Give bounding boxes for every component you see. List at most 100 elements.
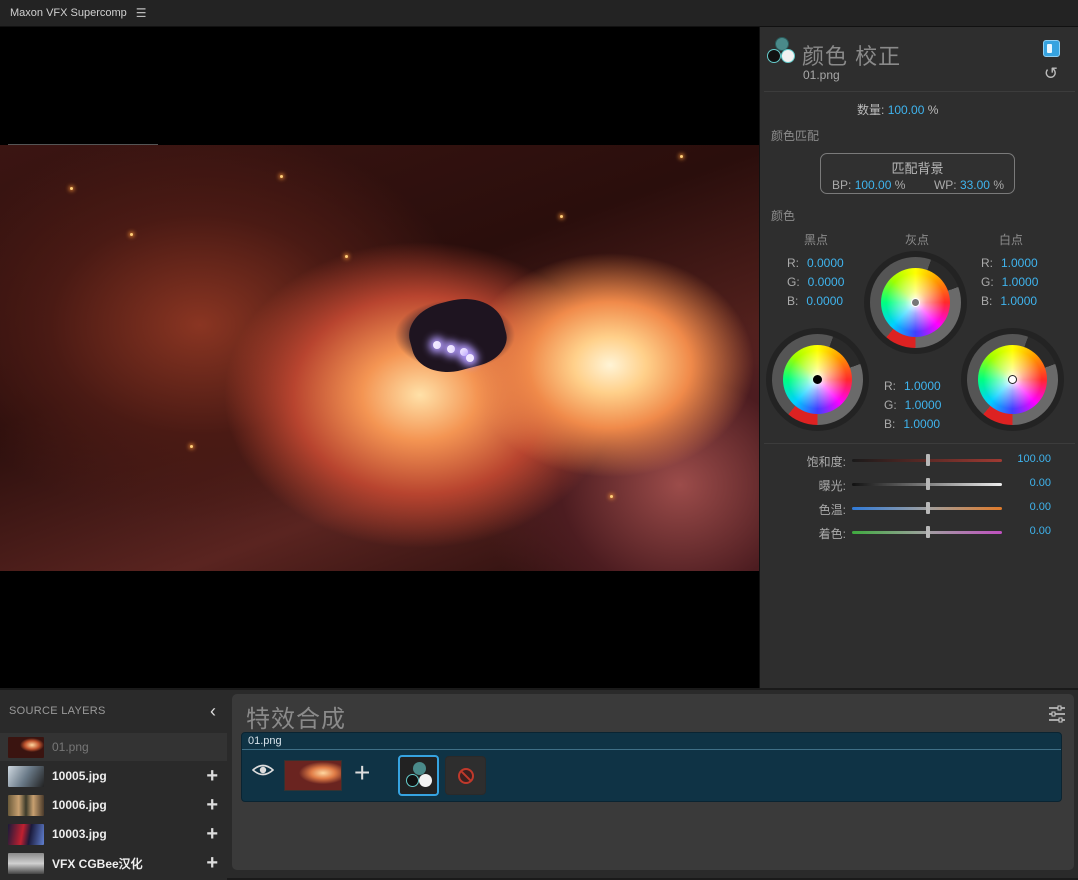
layer-thumbnail	[8, 765, 44, 787]
amount-label: 数量:	[857, 103, 885, 117]
wheel-handle[interactable]	[911, 298, 920, 307]
source-layer-item[interactable]: VFX CGBee汉化 +	[0, 849, 227, 877]
spark	[560, 215, 563, 218]
white-point-label: 白点	[999, 233, 1024, 247]
saturation-label: 饱和度:	[806, 455, 846, 469]
black-g-value[interactable]: 0.0000	[808, 275, 845, 289]
saturation-value[interactable]: 100.00	[1017, 453, 1051, 465]
app-title: Maxon VFX Supercomp	[10, 7, 127, 19]
effect-toggle-button[interactable]	[1043, 40, 1060, 57]
bp-unit: %	[894, 178, 906, 192]
tint-thumb[interactable]	[926, 526, 930, 538]
spaceship-shape	[402, 288, 513, 382]
g-label: G:	[787, 275, 800, 289]
exposure-slider-row[interactable]: 曝光: 0.00	[760, 475, 1078, 495]
color-correction-effect-button[interactable]	[398, 755, 439, 796]
black-r-value[interactable]: 0.0000	[807, 256, 844, 270]
chevron-left-icon[interactable]: ‹	[210, 701, 216, 722]
white-g-value[interactable]: 1.0000	[1002, 275, 1039, 289]
black-point-color-wheel[interactable]	[766, 328, 869, 431]
temperature-slider-row[interactable]: 色温: 0.00	[760, 499, 1078, 519]
add-layer-button[interactable]: +	[206, 765, 218, 788]
amount-value[interactable]: 100.00	[888, 103, 925, 117]
source-layer-name: 01.png	[52, 740, 89, 754]
add-layer-button[interactable]: +	[206, 823, 218, 846]
layer-thumbnail	[8, 736, 44, 758]
tint-slider-row[interactable]: 着色: 0.00	[760, 523, 1078, 543]
wp-field[interactable]: WP: 33.00 %	[934, 178, 1004, 192]
reset-icon[interactable]: ↺	[1042, 65, 1060, 83]
match-background-label: 匹配背景	[891, 161, 944, 176]
divider	[764, 443, 1075, 444]
color-match-section: 颜色匹配	[771, 129, 820, 143]
white-r-value[interactable]: 1.0000	[1001, 256, 1038, 270]
source-layers-panel: SOURCE LAYERS ‹ 01.png 10005.jpg + 10006…	[0, 690, 227, 880]
wheel-handle[interactable]	[1008, 375, 1017, 384]
saturation-thumb[interactable]	[926, 454, 930, 466]
source-layer-name: VFX CGBee汉化	[52, 856, 143, 871]
gray-point-label: 灰点	[905, 233, 930, 247]
spark	[70, 187, 73, 190]
tint-value[interactable]: 0.00	[1030, 525, 1051, 537]
disabled-effect-button[interactable]	[445, 756, 486, 795]
source-layers-header: SOURCE LAYERS	[9, 705, 106, 717]
add-effect-button[interactable]: +	[354, 758, 370, 788]
b-label: B:	[981, 294, 993, 308]
gray-b-value[interactable]: 1.0000	[903, 417, 940, 431]
temperature-label: 色温:	[818, 503, 846, 517]
add-layer-button[interactable]: +	[206, 852, 218, 875]
spark	[610, 495, 613, 498]
white-b-value[interactable]: 1.0000	[1000, 294, 1037, 308]
amount-row[interactable]: 数量: 100.00 %	[857, 101, 938, 118]
white-point-color-wheel[interactable]	[961, 328, 1064, 431]
preview-viewer[interactable]	[0, 27, 759, 688]
preview-image	[0, 145, 759, 571]
gray-point-color-wheel[interactable]	[864, 251, 967, 354]
eye-icon[interactable]	[252, 763, 274, 777]
color-correction-icon	[404, 761, 434, 791]
spark	[345, 255, 348, 258]
effect-panel: 颜色 校正 01.png ↺ 数量: 100.00 % 颜色匹配 匹配背景 BP…	[759, 27, 1078, 688]
g-label: G:	[884, 398, 897, 412]
bottom-area: SOURCE LAYERS ‹ 01.png 10005.jpg + 10006…	[0, 688, 1078, 880]
color-section: 颜色	[771, 209, 796, 223]
effect-title: 颜色 校正	[802, 44, 902, 69]
b-label: B:	[787, 294, 799, 308]
source-layer-item[interactable]: 10005.jpg +	[0, 762, 227, 790]
sliders-settings-icon[interactable]	[1047, 704, 1067, 724]
black-b-value[interactable]: 0.0000	[806, 294, 843, 308]
source-layer-item[interactable]: 10006.jpg +	[0, 791, 227, 819]
source-layer-item[interactable]: 01.png	[0, 733, 227, 761]
b-label: B:	[884, 417, 896, 431]
composition-layer[interactable]: 01.png +	[241, 732, 1062, 802]
black-point-values: R: 0.0000 G: 0.0000 B: 0.0000	[787, 254, 844, 311]
effect-layer-name: 01.png	[803, 68, 840, 82]
layer-thumbnail	[284, 760, 342, 791]
temperature-value[interactable]: 0.00	[1030, 501, 1051, 513]
gray-point-values: R: 1.0000 G: 1.0000 B: 1.0000	[884, 377, 941, 434]
exposure-thumb[interactable]	[926, 478, 930, 490]
temperature-thumb[interactable]	[926, 502, 930, 514]
gray-g-value[interactable]: 1.0000	[905, 398, 942, 412]
r-label: R:	[787, 256, 799, 270]
bp-value[interactable]: 100.00	[855, 178, 892, 192]
exposure-value[interactable]: 0.00	[1030, 477, 1051, 489]
source-layer-item[interactable]: 10003.jpg +	[0, 820, 227, 848]
white-point-values: R: 1.0000 G: 1.0000 B: 1.0000	[981, 254, 1038, 311]
tint-label: 着色:	[818, 527, 846, 541]
spark	[680, 155, 683, 158]
spark	[130, 233, 133, 236]
add-layer-button[interactable]: +	[206, 794, 218, 817]
composition-title: 特效合成	[246, 706, 346, 733]
hamburger-icon[interactable]: ☰	[136, 6, 147, 20]
prohibited-icon	[458, 768, 474, 784]
saturation-slider-row[interactable]: 饱和度: 100.00	[760, 451, 1078, 471]
match-background-button[interactable]: 匹配背景 BP: 100.00 % WP: 33.00 %	[820, 153, 1015, 194]
bp-field[interactable]: BP: 100.00 %	[832, 178, 905, 192]
gray-r-value[interactable]: 1.0000	[904, 379, 941, 393]
spark	[280, 175, 283, 178]
wheel-handle[interactable]	[813, 375, 822, 384]
wp-unit: %	[993, 178, 1004, 192]
wp-value[interactable]: 33.00	[960, 178, 990, 192]
exposure-label: 曝光:	[818, 479, 846, 493]
